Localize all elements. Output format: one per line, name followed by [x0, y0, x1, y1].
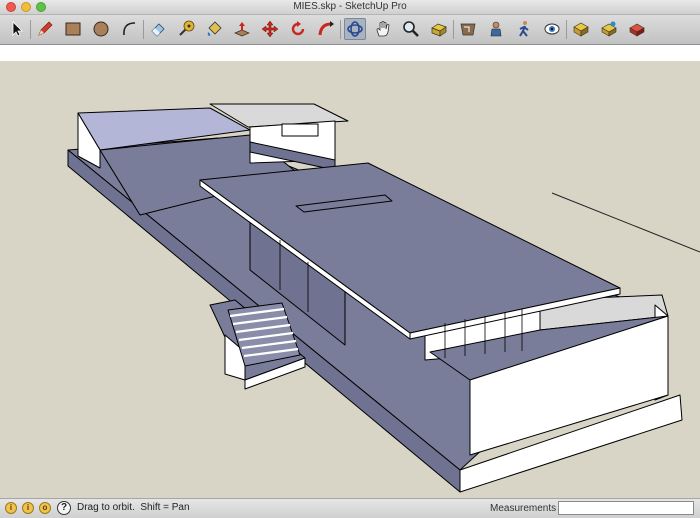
- 3d-warehouse-tool-button[interactable]: [570, 18, 592, 40]
- previous-view-tool-button[interactable]: [457, 18, 479, 40]
- zoom-extents-icon: [431, 23, 447, 37]
- position-camera-icon: [490, 21, 502, 37]
- window-title: MIES.skp - SketchUp Pro: [293, 1, 407, 12]
- push-pull-tool-button[interactable]: [231, 18, 253, 40]
- push-pull-icon: [234, 22, 250, 37]
- pencil-icon: [38, 21, 53, 36]
- extension-warehouse-tool-button[interactable]: [626, 18, 648, 40]
- rotate-tool-button[interactable]: [287, 18, 309, 40]
- position-camera-tool-button[interactable]: [485, 18, 507, 40]
- tape-measure-tool-button[interactable]: [175, 18, 197, 40]
- circle-tool-button[interactable]: [90, 18, 112, 40]
- arc-tool-button[interactable]: [118, 18, 140, 40]
- help-icon[interactable]: ?: [57, 501, 71, 515]
- modeling-viewport[interactable]: [0, 45, 700, 498]
- geolocation-icon[interactable]: i: [5, 502, 17, 514]
- look-around-tool-button[interactable]: [541, 18, 563, 40]
- pan-tool-button[interactable]: [372, 18, 394, 40]
- orbit-icon: [347, 21, 363, 37]
- sketchup-window: MIES.skp - SketchUp Pro i i o ? Drag to …: [0, 0, 700, 518]
- eraser-icon: [151, 23, 165, 37]
- arrow-cursor-icon: [12, 21, 23, 37]
- follow-me-icon: [318, 21, 334, 36]
- previous-view-icon: [460, 23, 476, 36]
- walk-tool-button[interactable]: [513, 18, 535, 40]
- credits-icon[interactable]: i: [22, 502, 34, 514]
- rectangle-tool-button[interactable]: [62, 18, 84, 40]
- title-bar: MIES.skp - SketchUp Pro: [0, 0, 700, 15]
- eraser-tool-button[interactable]: [147, 18, 169, 40]
- zoom-tool-button[interactable]: [400, 18, 422, 40]
- model-scene: [0, 45, 700, 498]
- paint-bucket-icon: [207, 21, 222, 36]
- measurements-label: Measurements: [490, 503, 557, 514]
- pencil-tool-button[interactable]: [34, 18, 56, 40]
- rectangle-icon: [65, 22, 81, 36]
- extension-warehouse-icon: [629, 23, 645, 37]
- magnifier-icon: [403, 21, 419, 37]
- large-toolset-toolbar: [0, 15, 700, 45]
- hand-icon: [376, 21, 390, 37]
- paint-bucket-tool-button[interactable]: [203, 18, 225, 40]
- orbit-tool-button[interactable]: [344, 18, 366, 40]
- user-icon[interactable]: o: [39, 502, 51, 514]
- move-tool-button[interactable]: [259, 18, 281, 40]
- tape-measure-icon: [179, 20, 195, 36]
- select-tool-button[interactable]: [6, 18, 28, 40]
- circle-icon: [93, 21, 109, 37]
- rotate-icon: [291, 21, 305, 36]
- pavilion-window: [281, 123, 319, 137]
- status-bar: i i o ? Drag to orbit. Shift = Pan Measu…: [0, 498, 700, 518]
- status-hint: Drag to orbit. Shift = Pan: [77, 502, 190, 513]
- follow-me-tool-button[interactable]: [315, 18, 337, 40]
- arc-icon: [123, 22, 136, 36]
- walk-icon: [519, 21, 529, 37]
- move-icon: [261, 20, 279, 38]
- components-tool-button[interactable]: [598, 18, 620, 40]
- zoom-extents-tool-button[interactable]: [428, 18, 450, 40]
- measurements-input[interactable]: [558, 501, 694, 515]
- warehouse-icon: [573, 22, 589, 37]
- look-around-icon: [544, 23, 560, 35]
- sky: [0, 45, 700, 61]
- components-icon: [601, 21, 617, 37]
